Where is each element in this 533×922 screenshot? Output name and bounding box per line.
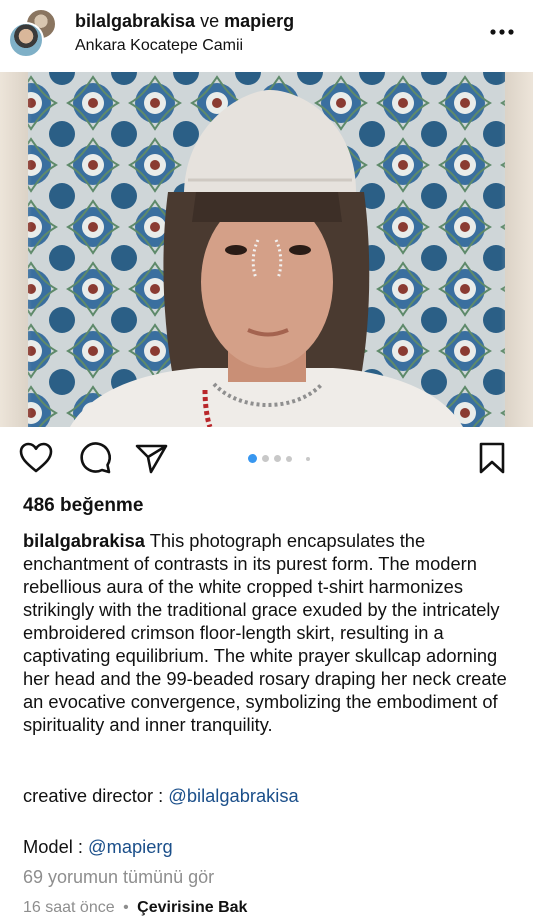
- post-caption: bilalgabrakisa This photograph encapsula…: [23, 529, 518, 736]
- comment-icon[interactable]: [77, 440, 113, 476]
- meta-separator: •: [123, 899, 129, 916]
- post-authors: bilalgabrakisa ve mapierg: [75, 11, 294, 32]
- model-credit: Model : @mapierg: [23, 836, 173, 858]
- director-mention[interactable]: @bilalgabrakisa: [168, 785, 298, 806]
- post-image: [0, 72, 533, 427]
- authors-conjunction: ve: [200, 11, 220, 31]
- caption-text: This photograph encapsulates the enchant…: [23, 530, 507, 735]
- carousel-dot: [306, 456, 310, 461]
- model-label: Model :: [23, 836, 89, 857]
- more-horizontal-icon[interactable]: [489, 22, 515, 42]
- carousel-dot: [274, 455, 281, 462]
- model-mention[interactable]: @mapierg: [88, 836, 173, 857]
- send-icon[interactable]: [133, 440, 169, 476]
- creative-director-credit: creative director : @bilalgabrakisa: [23, 785, 299, 807]
- author-username[interactable]: bilalgabrakisa: [75, 11, 195, 31]
- likes-count[interactable]: 486 beğenme: [23, 495, 143, 517]
- post-header: bilalgabrakisa ve mapierg Ankara Kocatep…: [0, 0, 533, 70]
- director-label: creative director :: [23, 785, 169, 806]
- see-translation-link[interactable]: Çevirisine Bak: [137, 899, 247, 916]
- view-all-comments-link[interactable]: 69 yorumun tümünü gör: [23, 867, 214, 888]
- post-timestamp: 16 saat önce: [23, 899, 115, 916]
- post-photo[interactable]: [0, 72, 533, 427]
- carousel-dot: [286, 455, 292, 462]
- carousel-dot: [262, 455, 269, 462]
- carousel-dot: [248, 454, 257, 463]
- bookmark-icon[interactable]: [474, 440, 510, 476]
- caption-username[interactable]: bilalgabrakisa: [23, 530, 145, 551]
- heart-icon[interactable]: [18, 440, 54, 476]
- collaborator-username[interactable]: mapierg: [224, 11, 294, 31]
- author-avatar[interactable]: [8, 22, 44, 58]
- post-meta: 16 saat önce • Çevirisine Bak: [23, 899, 247, 917]
- post-location[interactable]: Ankara Kocatepe Camii: [75, 37, 243, 55]
